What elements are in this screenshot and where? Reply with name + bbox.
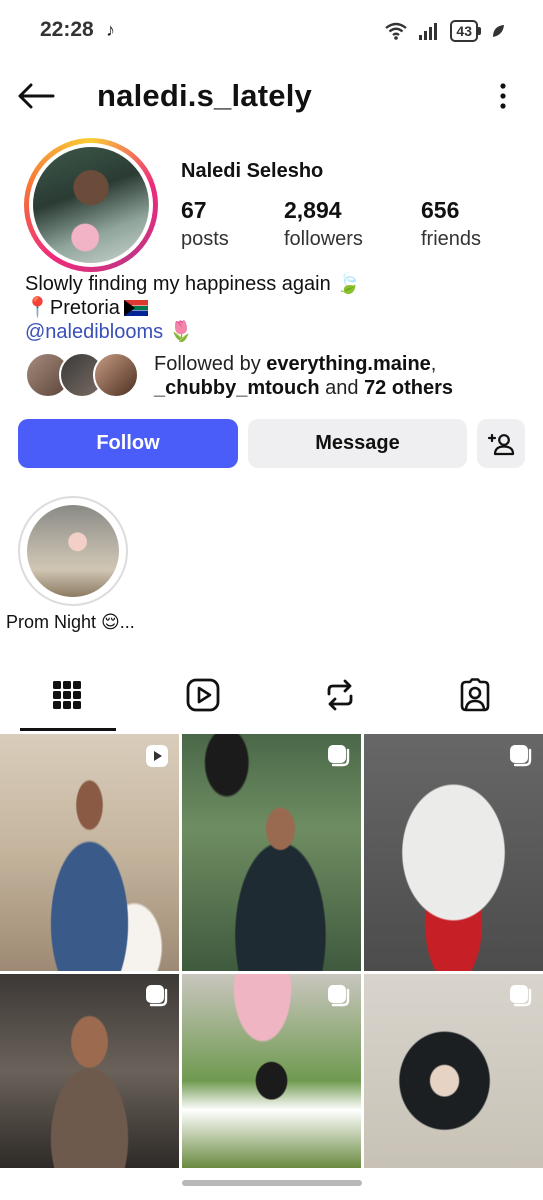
post-thumbnail[interactable] [364,734,543,971]
more-vertical-icon [500,83,506,109]
mutual-user-2: _chubby_mtouch [154,377,320,399]
post-thumbnail[interactable] [364,974,543,1168]
profile-full-name: Naledi Selesho [181,160,324,182]
friends-count: 656 [421,197,460,223]
highlight-cover-image [27,505,119,597]
post-thumbnail[interactable] [182,974,361,1168]
message-button[interactable]: Message [248,419,467,468]
bio-text: Slowly finding my happiness again 🍃 [25,273,362,295]
status-icons: 43 [384,20,505,42]
posts-grid [0,734,543,1168]
more-options-button[interactable] [493,78,513,114]
highlight-label: Prom Night 😌... [6,612,135,632]
signal-icon [419,23,438,40]
follow-button[interactable]: Follow [18,419,238,468]
posts-label: posts [181,228,229,250]
posts-count: 67 [181,197,207,223]
profile-header: naledi.s_lately [0,62,543,132]
home-indicator[interactable] [182,1180,362,1186]
reels-icon [186,678,220,712]
back-arrow-icon [18,83,55,109]
story-highlight[interactable]: Prom Night 😌... [6,496,150,632]
tab-reels[interactable] [153,660,253,730]
friends-label: friends [421,228,482,250]
profile-bio: Slowly finding my happiness again 🍃 📍Pre… [25,272,525,344]
status-bar: 22:28 ♪ 43 [0,0,543,62]
followed-by-text: Followed by everything.maine, _chubby_mto… [154,352,453,400]
mutual-others: 72 others [364,377,453,399]
battery-icon: 43 [450,20,481,42]
active-tab-indicator [20,728,116,731]
tiktok-notification-icon: ♪ [106,20,115,40]
followers-label: followers [284,228,363,250]
followed-by-prefix: Followed by [154,353,267,375]
battery-level: 43 [450,20,478,42]
post-thumbnail[interactable] [182,734,361,971]
followed-by-row[interactable]: Followed by everything.maine, _chubby_mto… [25,352,525,400]
tab-posts-grid[interactable] [17,660,117,730]
friends-stat[interactable]: 656 friends [421,197,481,251]
bio-location-text: 📍Pretoria [25,297,120,319]
post-thumbnail[interactable] [0,734,179,971]
mutual-avatar [93,352,139,398]
back-button[interactable] [14,76,58,116]
highlight-cover-ring [18,496,128,606]
profile-avatar-story-ring[interactable] [24,138,158,272]
wifi-icon [385,22,408,40]
followers-stat[interactable]: 2,894 followers [284,197,363,251]
mutual-user-1: everything.maine [266,353,431,375]
tagged-icon [460,678,490,712]
bio-linked-handle[interactable]: @nalediblooms 🌷 [25,320,525,344]
south-africa-flag-icon [123,300,148,316]
followed-by-separator: , [430,353,437,375]
reel-play-icon [146,745,168,767]
tab-tagged[interactable] [425,660,525,730]
post-thumbnail[interactable] [0,974,179,1168]
tab-reposts[interactable] [290,660,390,730]
carousel-icon [510,745,532,767]
profile-username: naledi.s_lately [97,78,312,113]
posts-stat[interactable]: 67 posts [181,197,229,251]
carousel-icon [146,985,168,1007]
reposts-icon [327,679,353,711]
profile-tabs [0,660,543,732]
bio-location: 📍Pretoria [25,296,525,320]
carousel-icon [328,985,350,1007]
leaf-icon [493,25,504,37]
followed-by-and: and [319,377,365,399]
grid-icon [53,681,81,709]
carousel-icon [510,985,532,1007]
add-user-icon [487,433,515,455]
followers-count: 2,894 [284,197,342,223]
carousel-icon [328,745,350,767]
suggested-users-button[interactable] [477,419,525,468]
avatar [33,147,149,263]
status-time: 22:28 [40,18,94,41]
